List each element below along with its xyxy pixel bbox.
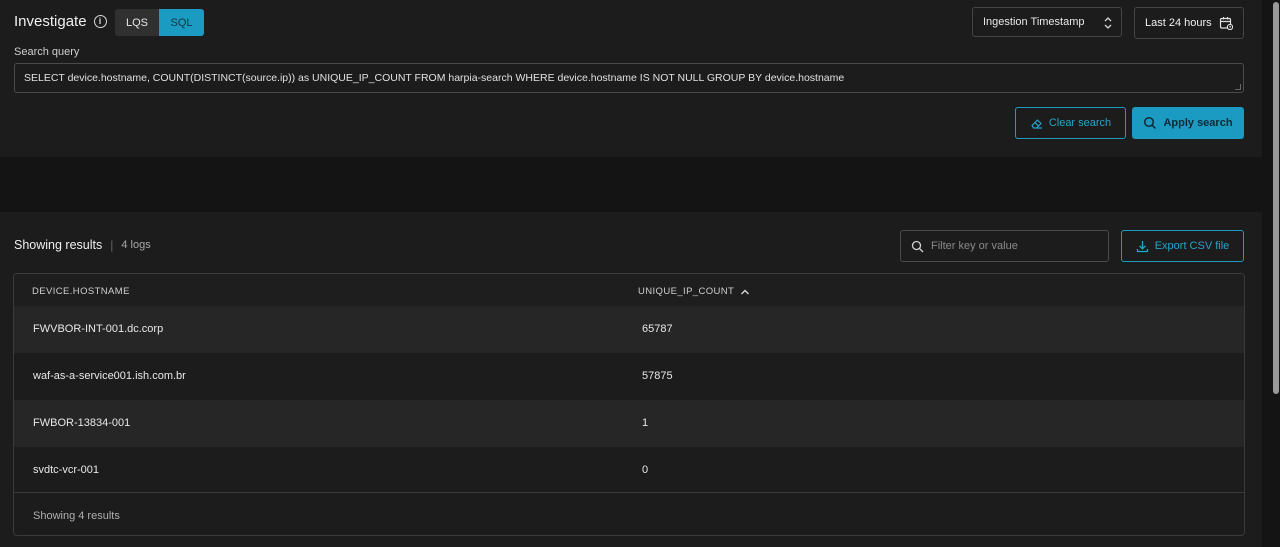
search-query-label: Search query — [14, 46, 80, 58]
filter-input[interactable] — [931, 231, 1106, 261]
chevron-up-icon — [741, 289, 750, 294]
calendar-icon — [1219, 17, 1233, 30]
results-table: DEVICE.HOSTNAME UNIQUE_IP_COUNT FWVBOR-I… — [13, 273, 1245, 536]
column-header-unique-ip-count[interactable]: UNIQUE_IP_COUNT — [638, 286, 750, 297]
mode-lqs-button[interactable]: LQS — [115, 9, 159, 36]
export-csv-button[interactable]: Export CSV file — [1121, 230, 1244, 262]
cell-unique-ip-count: 1 — [642, 417, 649, 429]
cell-unique-ip-count: 0 — [642, 464, 649, 476]
page-title-wrap: Investigate i — [14, 13, 107, 30]
table-header: DEVICE.HOSTNAME UNIQUE_IP_COUNT — [14, 274, 1244, 306]
cell-hostname: FWVBOR-INT-001.dc.corp — [33, 323, 164, 335]
cell-unique-ip-count: 65787 — [642, 323, 673, 335]
cell-unique-ip-count: 57875 — [642, 370, 673, 382]
clear-search-button[interactable]: Clear search — [1015, 107, 1126, 139]
resize-handle[interactable] — [1235, 84, 1241, 90]
time-range-label: Last 24 hours — [1145, 17, 1212, 29]
export-csv-label: Export CSV file — [1154, 240, 1230, 252]
table-footer: Showing 4 results — [14, 492, 1244, 535]
column-header-hostname[interactable]: DEVICE.HOSTNAME — [32, 286, 130, 297]
apply-search-label: Apply search — [1163, 117, 1233, 129]
query-mode-toggle: LQS SQL — [115, 9, 204, 36]
clear-search-label: Clear search — [1048, 117, 1112, 129]
mode-sql-button[interactable]: SQL — [159, 9, 204, 36]
search-query-text: SELECT device.hostname, COUNT(DISTINCT(s… — [24, 72, 845, 84]
results-title: Showing results — [14, 238, 103, 252]
investigate-page: Investigate i LQS SQL Ingestion Timestam… — [0, 0, 1280, 547]
results-header: Showing results | 4 logs — [14, 238, 151, 252]
page-scrollbar-thumb[interactable] — [1273, 2, 1279, 394]
search-query-input[interactable]: SELECT device.hostname, COUNT(DISTINCT(s… — [14, 63, 1244, 93]
eraser-icon — [1031, 118, 1042, 129]
apply-search-button[interactable]: Apply search — [1132, 107, 1244, 139]
table-row[interactable]: FWVBOR-INT-001.dc.corp 65787 — [14, 306, 1244, 353]
column-header-hostname-label: DEVICE.HOSTNAME — [32, 286, 130, 297]
cell-hostname: waf-as-a-service001.ish.com.br — [33, 370, 186, 382]
cell-hostname: svdtc-vcr-001 — [33, 464, 100, 476]
search-panel: Investigate i LQS SQL Ingestion Timestam… — [0, 0, 1262, 157]
results-separator: | — [110, 238, 114, 252]
filter-field — [900, 230, 1109, 262]
search-icon — [911, 240, 924, 253]
timestamp-field-select[interactable]: Ingestion Timestamp — [972, 7, 1122, 37]
timestamp-field-value: Ingestion Timestamp — [983, 16, 1085, 28]
chevron-up-down-icon — [1104, 17, 1112, 29]
table-footer-text: Showing 4 results — [33, 510, 120, 522]
table-body: FWVBOR-INT-001.dc.corp 65787 waf-as-a-se… — [14, 306, 1244, 494]
table-row[interactable]: svdtc-vcr-001 0 — [14, 447, 1244, 494]
results-log-count: 4 logs — [121, 239, 151, 251]
page-title: Investigate — [14, 13, 87, 30]
panel-divider — [0, 157, 1262, 212]
cell-hostname: FWBOR-13834-001 — [33, 417, 131, 429]
info-icon[interactable]: i — [93, 15, 107, 28]
column-header-count-label: UNIQUE_IP_COUNT — [638, 286, 735, 297]
table-row[interactable]: waf-as-a-service001.ish.com.br 57875 — [14, 353, 1244, 400]
download-icon — [1136, 240, 1148, 252]
time-range-button[interactable]: Last 24 hours — [1134, 7, 1244, 39]
table-row[interactable]: FWBOR-13834-001 1 — [14, 400, 1244, 447]
search-icon — [1144, 116, 1157, 130]
